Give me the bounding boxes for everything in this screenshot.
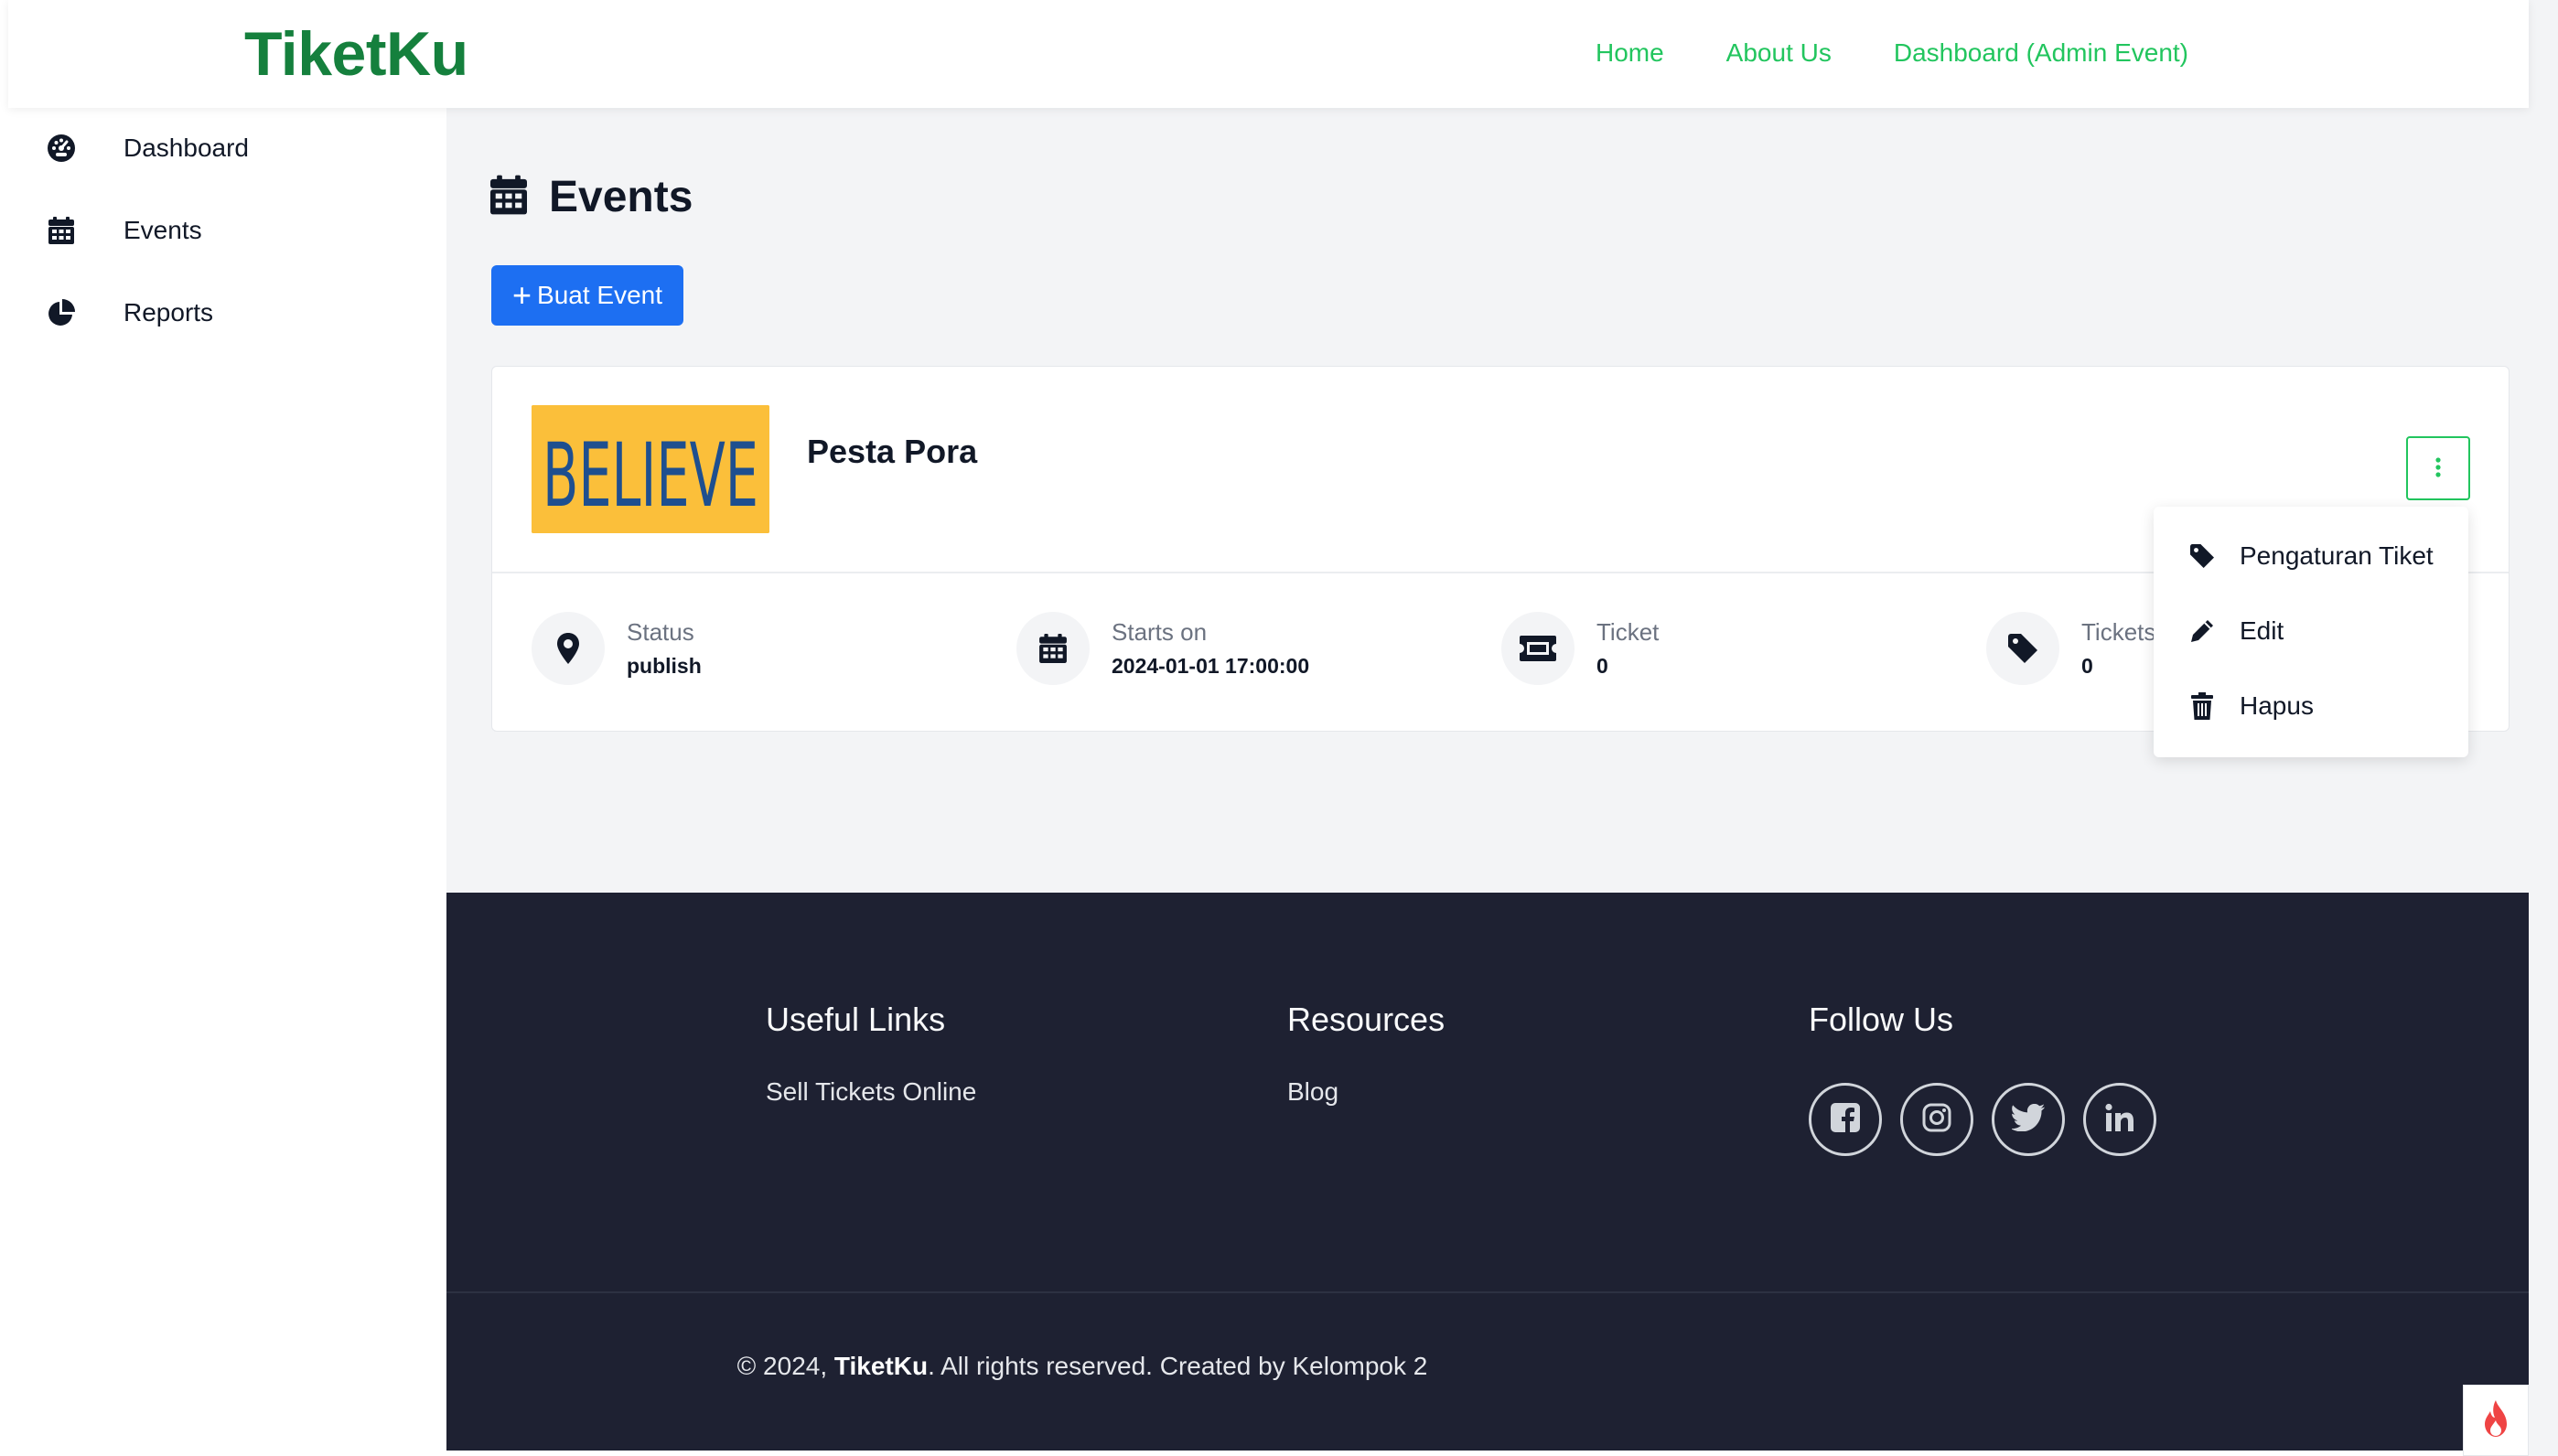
menu-item-label: Edit (2240, 616, 2284, 645)
copyright-text: © 2024, TiketKu. All rights reserved. Cr… (446, 1352, 1718, 1381)
nav-link-about-us[interactable]: About Us (1726, 35, 1832, 71)
meta-status: Status publish (532, 612, 702, 685)
brand-logo[interactable]: TiketKu (244, 15, 468, 93)
tachometer-icon (47, 134, 76, 163)
tag-icon (1986, 612, 2059, 685)
trash-icon (2188, 692, 2216, 720)
twitter-icon (2010, 1103, 2045, 1136)
meta-ticket: Ticket 0 (1501, 612, 1659, 685)
event-actions-button[interactable] (2406, 436, 2470, 500)
instagram-link[interactable] (1900, 1083, 1973, 1156)
pencil-icon (2188, 617, 2216, 645)
starts-on-value: 2024-01-01 17:00:00 (1112, 654, 1310, 678)
ticket-icon (1501, 612, 1575, 685)
flame-icon (2481, 1399, 2510, 1441)
vertical-dots-icon (2434, 456, 2442, 481)
footer-follow-us-title: Follow Us (1809, 1001, 1954, 1038)
site-footer: Useful Links Sell Tickets Online Resourc… (446, 893, 2529, 1451)
tag-icon (2188, 542, 2216, 570)
meta-label: Status (627, 618, 694, 646)
footer-divider (446, 1291, 2529, 1293)
sidebar-item-label: Reports (124, 298, 214, 327)
tickets-value: 0 (2081, 654, 2093, 678)
create-event-button[interactable]: + Buat Event (491, 265, 683, 326)
map-pin-icon (532, 612, 605, 685)
window-edge (2529, 0, 2558, 1456)
footer-link-blog[interactable]: Blog (1287, 1077, 1338, 1107)
calendar-icon (1016, 612, 1090, 685)
thumbnail-text: BELIEVE (543, 424, 758, 527)
social-links (1809, 1083, 2156, 1156)
menu-item-edit[interactable]: Edit (2188, 609, 2284, 653)
sidebar: Dashboard Events Reports (8, 108, 446, 1451)
meta-tickets: Tickets 0 (1986, 612, 2155, 685)
page-title: Events (549, 173, 693, 221)
copyright-brand: TiketKu (833, 1352, 929, 1380)
calendar-icon (47, 216, 76, 245)
menu-item-label: Pengaturan Tiket (2240, 541, 2434, 570)
meta-label: Ticket (1596, 618, 1660, 646)
linkedin-link[interactable] (2083, 1083, 2156, 1156)
debug-toolbar-toggle[interactable] (2463, 1385, 2529, 1456)
plus-icon: + (511, 276, 532, 314)
sidebar-item-reports[interactable]: Reports (47, 285, 431, 340)
copyright-prefix: © 2024, (736, 1352, 834, 1380)
nav-links: Home About Us Dashboard (Admin Event) (1596, 35, 2188, 71)
menu-item-label: Hapus (2240, 691, 2314, 720)
sidebar-item-events[interactable]: Events (47, 203, 431, 258)
menu-item-pengaturan-tiket[interactable]: Pengaturan Tiket (2188, 534, 2434, 578)
facebook-icon (1830, 1102, 1861, 1138)
nav-link-dashboard-admin-event[interactable]: Dashboard (Admin Event) (1894, 35, 2188, 71)
twitter-link[interactable] (1992, 1083, 2065, 1156)
instagram-icon (1921, 1102, 1952, 1138)
create-event-label: Buat Event (537, 281, 662, 309)
page-header: Events (490, 172, 693, 222)
event-thumbnail[interactable]: BELIEVE (532, 405, 769, 533)
facebook-link[interactable] (1809, 1083, 1882, 1156)
top-navbar: TiketKu Home About Us Dashboard (Admin E… (8, 0, 2529, 108)
main-content: Events + Buat Event BELIEVE Pesta Pora S… (446, 108, 2529, 893)
sidebar-item-dashboard[interactable]: Dashboard (47, 121, 431, 176)
footer-link-sell-tickets-online[interactable]: Sell Tickets Online (766, 1077, 976, 1107)
calendar-icon (490, 174, 527, 220)
meta-label: Starts on (1112, 618, 1208, 646)
menu-item-hapus[interactable]: Hapus (2188, 684, 2314, 728)
status-value: publish (627, 654, 702, 678)
sidebar-item-label: Dashboard (124, 134, 249, 162)
copyright-suffix: . All rights reserved. Created by Kelomp… (928, 1352, 1428, 1380)
meta-starts-on: Starts on 2024-01-01 17:00:00 (1016, 612, 1309, 685)
linkedin-icon (2105, 1103, 2134, 1137)
event-name[interactable]: Pesta Pora (807, 433, 977, 471)
event-actions-dropdown: Pengaturan Tiket Edit Hapus (2154, 507, 2468, 757)
meta-label: Tickets (2081, 618, 2156, 646)
ticket-value: 0 (1596, 654, 1608, 678)
nav-link-home[interactable]: Home (1596, 35, 1664, 71)
footer-resources-title: Resources (1287, 1001, 1446, 1038)
footer-useful-links-title: Useful Links (766, 1001, 946, 1038)
pie-chart-icon (47, 298, 76, 327)
sidebar-item-label: Events (124, 216, 202, 244)
